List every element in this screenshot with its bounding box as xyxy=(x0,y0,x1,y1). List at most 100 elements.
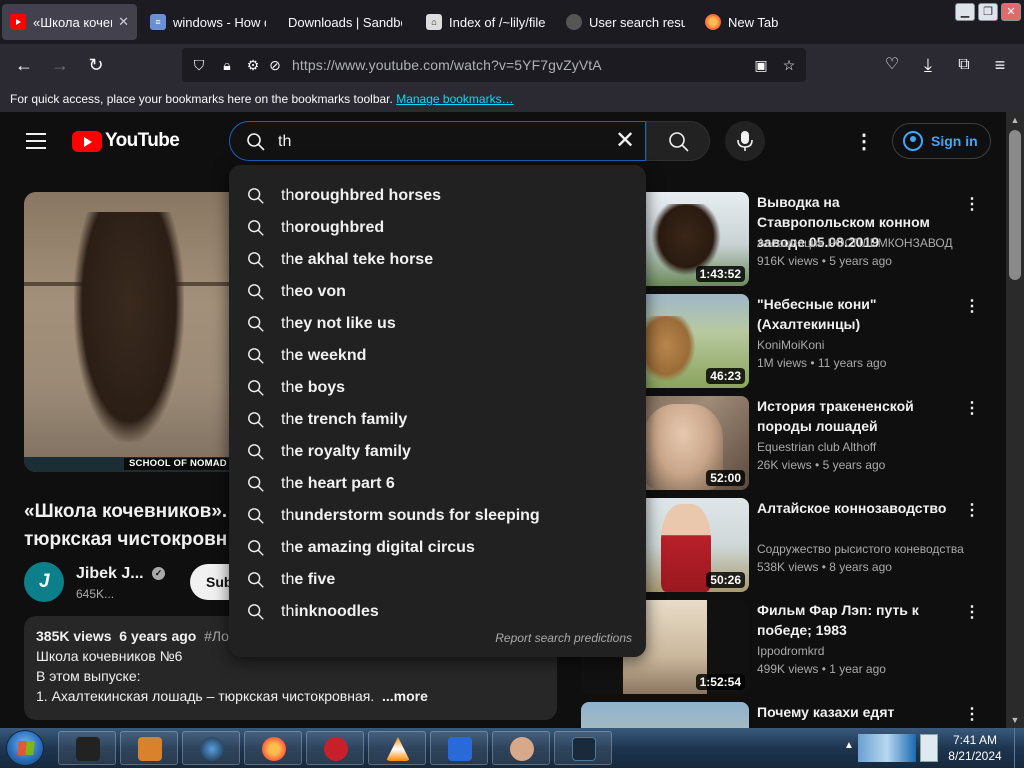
sign-in-button[interactable]: Sign in xyxy=(892,123,991,159)
terminal-icon xyxy=(76,737,100,761)
search-suggestion[interactable]: th oroughbred xyxy=(229,212,646,244)
search-suggestion[interactable]: th eo von xyxy=(229,276,646,308)
related-channel[interactable]: Equestrian club Althoff xyxy=(757,440,967,454)
url-bar[interactable]: ⛉ 🔒︎ ⚙ ⊘ https://www.youtube.com/watch?v… xyxy=(182,48,806,82)
forward-button[interactable]: → xyxy=(48,53,72,77)
related-channel[interactable]: KoniMoiKoni xyxy=(757,338,967,352)
bookmark-star-icon[interactable]: ☆ xyxy=(780,56,798,74)
related-title[interactable]: Алтайское коннозаводство xyxy=(757,498,957,518)
taskbar-app[interactable] xyxy=(492,731,550,765)
show-desktop-button[interactable] xyxy=(1014,728,1024,768)
taskbar-app[interactable] xyxy=(368,731,426,765)
clock[interactable]: 7:41 AM 8/21/2024 xyxy=(940,732,1010,764)
search-suggestion[interactable]: th e weeknd xyxy=(229,340,646,372)
related-title[interactable]: История тракененской породы лошадей xyxy=(757,396,957,436)
taskbar-app[interactable] xyxy=(182,731,240,765)
close-icon[interactable]: ✕ xyxy=(118,14,129,30)
search-suggestion[interactable]: th e five xyxy=(229,564,646,596)
show-hidden-icons[interactable]: ▲ xyxy=(844,740,854,751)
picture-in-picture-icon[interactable]: ▣ xyxy=(752,56,770,74)
page-scrollbar[interactable]: ▲ ▼ xyxy=(1006,112,1024,728)
network-icon[interactable] xyxy=(920,734,938,762)
taskbar-app[interactable] xyxy=(430,731,488,765)
clear-icon[interactable]: ✕ xyxy=(613,129,637,154)
reload-button[interactable]: ↻ xyxy=(84,53,108,77)
related-channel[interactable]: Ассоциация РОСПЛЕМКОНЗАВОД xyxy=(757,236,967,250)
search-input[interactable]: th xyxy=(278,133,291,151)
search-suggestion[interactable]: th ey not like us xyxy=(229,308,646,340)
search-icon xyxy=(248,252,264,268)
channel-avatar[interactable] xyxy=(24,562,64,602)
lock-icon[interactable]: 🔒︎ xyxy=(218,56,236,74)
kebab-icon[interactable]: ⋮ xyxy=(964,500,980,520)
start-button[interactable] xyxy=(6,730,44,766)
tracking-icon[interactable]: ⊘ xyxy=(266,56,284,74)
search-suggestion[interactable]: th oroughbred horses xyxy=(229,180,646,212)
more-button[interactable]: ...more xyxy=(382,688,428,704)
voice-search-button[interactable] xyxy=(725,121,765,161)
kebab-icon[interactable]: ⋮ xyxy=(964,704,980,724)
kebab-icon[interactable]: ⋮ xyxy=(964,194,980,214)
minimize-button[interactable]: ▁ xyxy=(955,3,975,21)
tab-index[interactable]: ⌂ Index of /~lily/file xyxy=(418,4,553,40)
shield-icon[interactable]: ⛉ xyxy=(190,56,208,74)
search-button[interactable] xyxy=(646,121,710,161)
tab-youtube[interactable]: «Школа кочевников» ✕ xyxy=(2,4,137,40)
tab-new-tab[interactable]: New Tab xyxy=(697,4,817,40)
report-predictions-link[interactable]: Report search predictions xyxy=(495,631,632,645)
url-text[interactable]: https://www.youtube.com/watch?v=5YF7gvZy… xyxy=(292,57,602,73)
tab-downloads[interactable]: Downloads | Sandbox xyxy=(280,4,410,40)
kebab-icon[interactable]: ⋮ xyxy=(964,296,980,316)
menu-icon[interactable]: ≡ xyxy=(988,53,1012,77)
close-window-button[interactable]: ✕ xyxy=(1001,3,1021,21)
search-suggestion[interactable]: th understorm sounds for sleeping xyxy=(229,500,646,532)
back-button[interactable]: ← xyxy=(12,53,36,77)
taskbar-app[interactable] xyxy=(120,731,178,765)
search-suggestion[interactable]: th e akhal teke horse xyxy=(229,244,646,276)
search-box[interactable]: th ✕ xyxy=(229,121,646,161)
tab-windows[interactable]: ≡ windows - How do xyxy=(142,4,274,40)
related-video[interactable]: Почему казахи едят ⋮ xyxy=(581,702,981,728)
scroll-up-icon[interactable]: ▲ xyxy=(1006,112,1024,128)
related-channel[interactable]: Содружество рысистого коневодства xyxy=(757,542,967,556)
extensions-icon[interactable]: ⧉ xyxy=(952,53,976,77)
search-suggestion[interactable]: th e trench family xyxy=(229,404,646,436)
kebab-icon[interactable]: ⋮ xyxy=(964,602,980,622)
related-age: 11 years ago xyxy=(817,356,887,370)
scroll-thumb[interactable] xyxy=(1009,130,1021,280)
scroll-down-icon[interactable]: ▼ xyxy=(1006,712,1024,728)
taskbar-app[interactable] xyxy=(554,731,612,765)
kebab-icon[interactable]: ⋮ xyxy=(964,398,980,418)
related-title[interactable]: Фильм Фар Лэп: путь к победе; 1983 xyxy=(757,600,957,640)
related-title[interactable]: Почему казахи едят xyxy=(757,702,957,722)
search-suggestion[interactable]: th inknoodles xyxy=(229,596,646,628)
pocket-icon[interactable]: ♡ xyxy=(880,53,904,77)
video-player[interactable]: SCHOOL OF NOMAD xyxy=(24,192,254,472)
youtube-icon xyxy=(10,14,26,30)
suggestion-prefix: th xyxy=(281,443,295,460)
permissions-icon[interactable]: ⚙ xyxy=(244,56,262,74)
restore-button[interactable]: ❐ xyxy=(978,3,998,21)
search-suggestion[interactable]: th e boys xyxy=(229,372,646,404)
download-icon[interactable]: ⤓ xyxy=(916,53,940,77)
settings-kebab-icon[interactable]: ⋮ xyxy=(852,130,876,154)
taskbar-app[interactable] xyxy=(244,731,302,765)
search-suggestion[interactable]: th e amazing digital circus xyxy=(229,532,646,564)
hamburger-icon[interactable] xyxy=(26,133,46,149)
related-thumbnail[interactable] xyxy=(581,702,749,728)
search-suggestion[interactable]: th e heart part 6 xyxy=(229,468,646,500)
taskbar-app[interactable] xyxy=(58,731,116,765)
duration-badge: 1:52:54 xyxy=(695,674,745,690)
search-suggestion[interactable]: th e royalty family xyxy=(229,436,646,468)
manage-bookmarks-link[interactable]: Manage bookmarks… xyxy=(396,92,513,106)
suggestion-prefix: th xyxy=(281,603,295,620)
related-title[interactable]: "Небесные кони" (Ахалтекинцы) xyxy=(757,294,957,334)
taskbar-app[interactable] xyxy=(306,731,364,765)
youtube-logo[interactable]: YouTube xyxy=(72,130,180,152)
related-channel[interactable]: Ippodromkrd xyxy=(757,644,967,658)
channel-name[interactable]: Jibek J... xyxy=(76,565,144,583)
description-line: В этом выпуске: xyxy=(36,668,141,684)
firefox-icon xyxy=(262,737,286,761)
tab-user-search[interactable]: User search result xyxy=(558,4,693,40)
system-tray[interactable] xyxy=(858,734,916,762)
